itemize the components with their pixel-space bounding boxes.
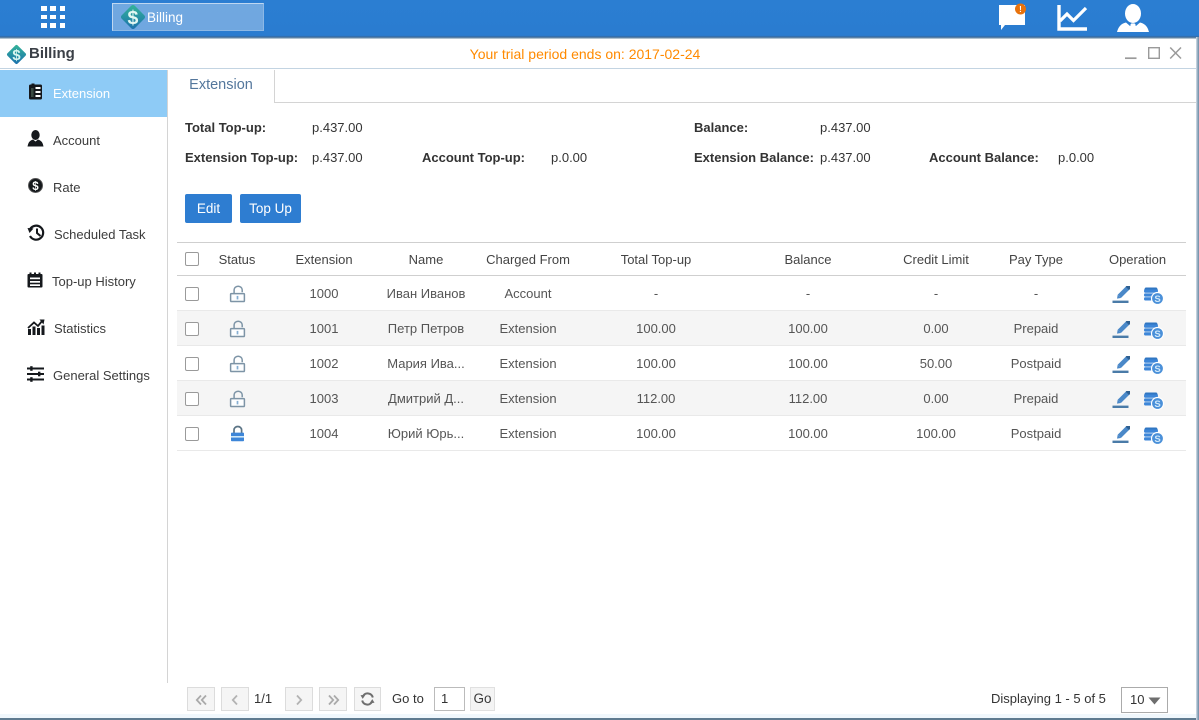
- svg-text:S: S: [1154, 294, 1160, 305]
- svg-text:S: S: [1154, 434, 1160, 445]
- svg-text:S: S: [1154, 364, 1160, 375]
- svg-text:$: $: [32, 181, 39, 193]
- svg-text:S: S: [1154, 399, 1160, 410]
- svg-text:!: !: [1019, 5, 1022, 14]
- svg-text:$: $: [128, 7, 139, 29]
- svg-text:S: S: [1154, 329, 1160, 340]
